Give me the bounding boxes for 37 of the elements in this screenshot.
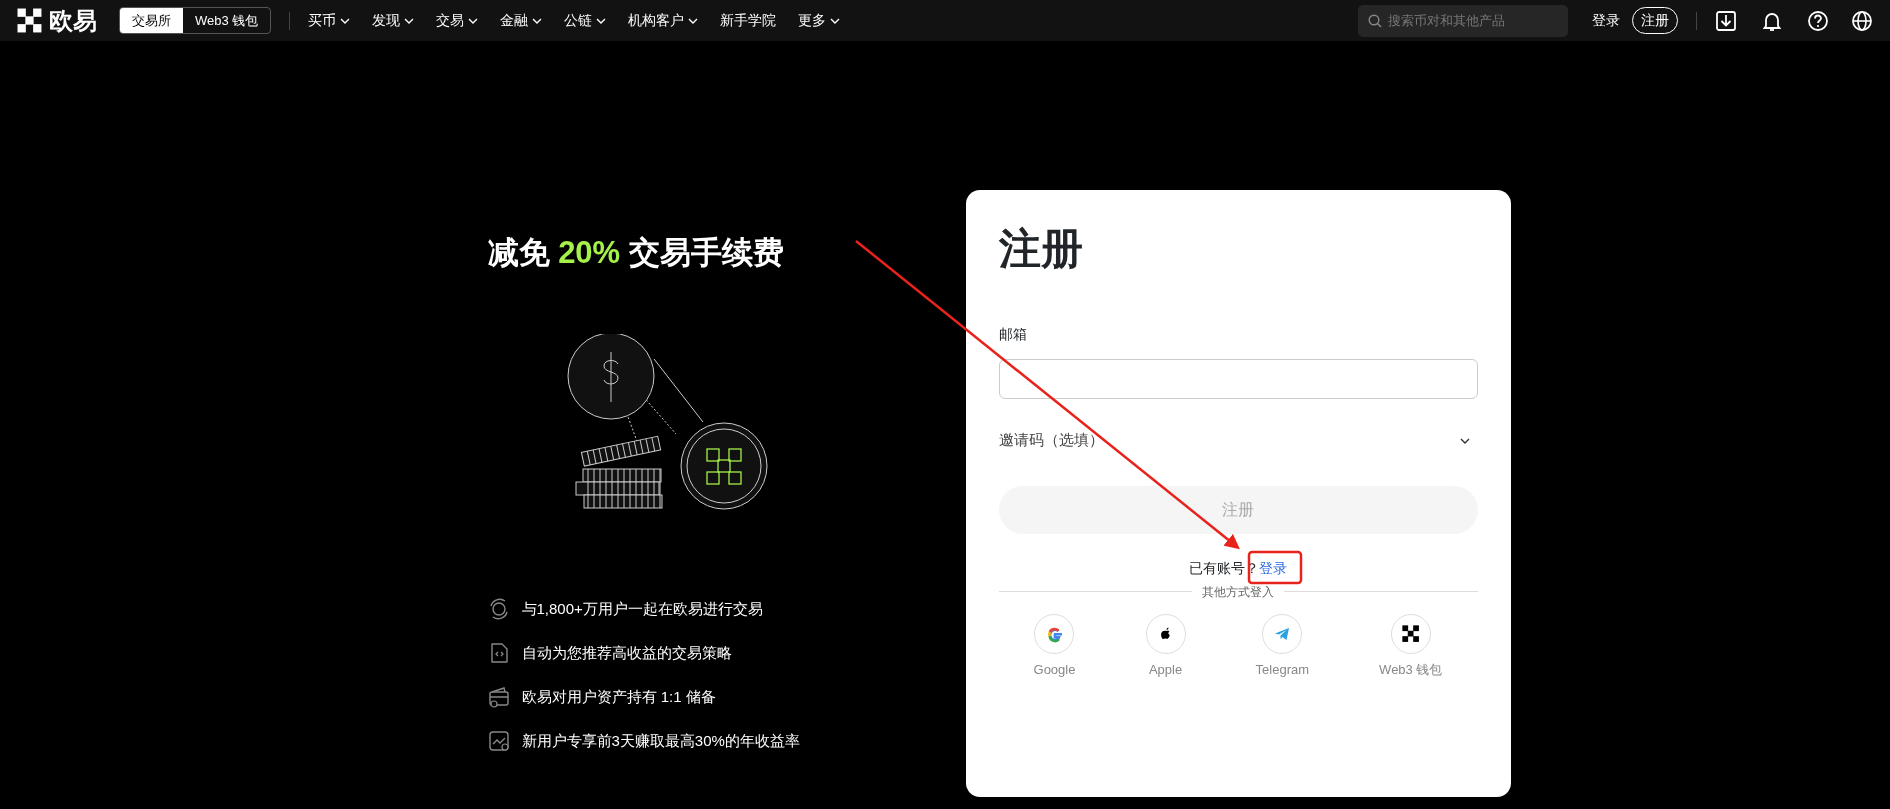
users-feature-icon xyxy=(487,598,510,621)
chart-feature-icon xyxy=(487,730,510,753)
search-field[interactable]: 搜索币对和其他产品 xyxy=(1358,4,1568,37)
mode-tab[interactable]: 交易所 xyxy=(120,7,183,34)
mode-tab[interactable]: Web3 钱包 xyxy=(183,7,271,34)
logo-icon xyxy=(17,7,43,34)
help-icon[interactable] xyxy=(1807,9,1829,32)
wallet-icon xyxy=(1401,624,1420,643)
chevron-icon[interactable] xyxy=(1459,437,1470,444)
promo-headline: 减免 20% 交易手续费 xyxy=(487,234,785,272)
login-link[interactable]: 登录 xyxy=(1259,559,1287,576)
feature-text: 欧易对用户资产持有 1:1 储备 xyxy=(521,686,716,707)
social-login-button[interactable]: Telegram xyxy=(1249,612,1316,681)
email-input-field[interactable] xyxy=(998,359,1478,400)
login-link[interactable]: 登录 xyxy=(1592,10,1620,31)
feature-text: 与1,800+万用户一起在欧易进行交易 xyxy=(521,598,763,619)
logo-text: 欧易 xyxy=(49,5,97,36)
form-title: 注册 xyxy=(998,224,1084,274)
nav-menu-item[interactable]: 发现 xyxy=(372,10,415,31)
nav-menu-item[interactable]: 买币 xyxy=(308,10,351,31)
nav-menu-item[interactable]: 新手学院 xyxy=(720,10,777,31)
globe-icon[interactable] xyxy=(1851,9,1873,32)
feature-text: 自动为您推荐高收益的交易策略 xyxy=(521,642,732,663)
nav-menu-item[interactable]: 机构客户 xyxy=(628,10,699,31)
email-label: 邮箱 xyxy=(998,325,1028,345)
social-login-button[interactable]: Apple xyxy=(1139,612,1192,681)
wallet-feature-icon xyxy=(487,686,510,709)
social-login-button[interactable]: Google xyxy=(1027,612,1082,681)
feature-text: 新用户专享前3天赚取最高30%的年收益率 xyxy=(521,730,800,751)
nav-menu-item[interactable]: 公链 xyxy=(564,10,607,31)
other-methods-text: 其他方式登入 xyxy=(1202,583,1274,601)
nav-menu-item[interactable]: 交易 xyxy=(436,10,479,31)
download-icon[interactable] xyxy=(1715,9,1737,32)
social-login-button[interactable]: Web3 钱包 xyxy=(1373,612,1449,681)
nav-menu-item[interactable]: 金融 xyxy=(500,10,543,31)
nav-menu-item[interactable]: 更多 xyxy=(798,10,841,31)
invite-code-label: 邀请码（选填） xyxy=(998,430,1104,451)
